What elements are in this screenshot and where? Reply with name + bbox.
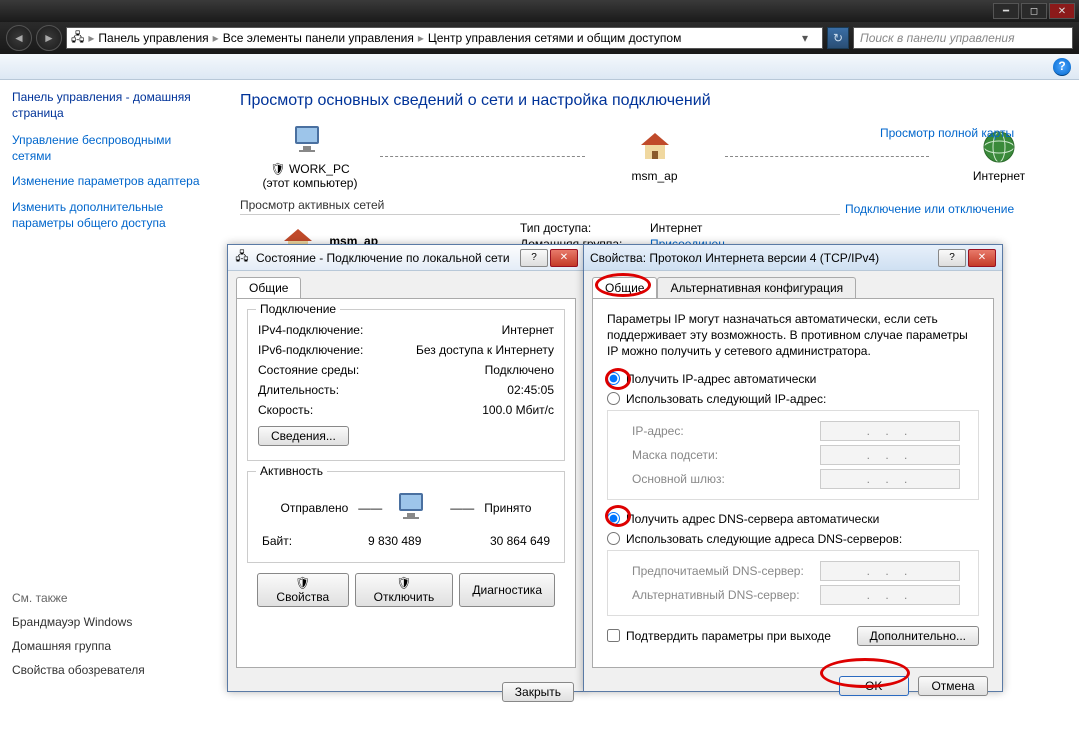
nav-back-button[interactable]: ◄ (6, 25, 32, 51)
seealso-firewall[interactable]: Брандмауэр Windows (12, 615, 208, 629)
ipv4-help-text: Параметры IP могут назначаться автоматич… (607, 311, 979, 360)
maximize-button[interactable]: ◻ (1021, 3, 1047, 19)
connect-disconnect-link[interactable]: Подключение или отключение (845, 202, 1014, 216)
minimize-button[interactable]: ━ (993, 3, 1019, 19)
tab-general[interactable]: Общие (592, 277, 657, 298)
tab-general[interactable]: Общие (236, 277, 301, 298)
bytes-label: Байт: (262, 534, 292, 548)
gateway-field: . . . (820, 469, 960, 489)
node-pc-sub: (этот компьютер) (250, 176, 370, 190)
dns-alternate-label: Альтернативный DNS-сервер: (632, 588, 812, 602)
sidebar-link-wireless[interactable]: Управление беспроводными сетями (12, 133, 208, 164)
bytes-sent-value: 9 830 489 (368, 534, 421, 548)
sidebar-home[interactable]: Панель управления - домашняя страница (12, 90, 208, 121)
dns-preferred-field: . . . (820, 561, 960, 581)
radio-ip-manual[interactable]: Использовать следующий IP-адрес: (607, 392, 979, 406)
details-button[interactable]: Сведения... (258, 426, 349, 446)
ip-address-field: . . . (820, 421, 960, 441)
shield-icon: 🛡 (270, 162, 285, 176)
toolstrip: ? (0, 54, 1079, 80)
close-button[interactable]: ✕ (1049, 3, 1075, 19)
search-placeholder: Поиск в панели управления (860, 31, 1015, 45)
dns-alternate-field: . . . (820, 585, 960, 605)
ipv4-properties-dialog: Свойства: Протокол Интернета версии 4 (T… (583, 244, 1003, 692)
ip-address-label: IP-адрес: (632, 424, 812, 438)
bytes-recv-value: 30 864 649 (490, 534, 550, 548)
node-pc-label: WORK_PC (289, 162, 350, 176)
breadcrumb-mid[interactable]: Все элементы панели управления (223, 31, 414, 45)
active-networks-title: Просмотр активных сетей (240, 198, 840, 215)
close-dialog-button[interactable]: Закрыть (502, 682, 574, 702)
seealso-homegroup[interactable]: Домашняя группа (12, 639, 208, 653)
speed-label: Скорость: (258, 403, 313, 417)
sidebar: Панель управления - домашняя страница Уп… (0, 80, 220, 739)
cancel-button[interactable]: Отмена (918, 676, 988, 696)
ipv4-help-button[interactable]: ? (938, 249, 966, 267)
radio-ip-auto[interactable]: Получить IP-адрес автоматически (607, 372, 979, 386)
group-activity-title: Активность (256, 464, 327, 478)
ok-button[interactable]: OK (839, 676, 909, 696)
house-icon (635, 129, 675, 165)
seealso-title: См. также (12, 591, 208, 605)
ipv4-conn-label: IPv4-подключение: (258, 323, 363, 337)
full-map-link[interactable]: Просмотр полной карты (880, 126, 1014, 140)
address-row: ◄ ► 🖧 ▸ Панель управления ▸ Все элементы… (0, 22, 1079, 54)
ipv4-dialog-title: Свойства: Протокол Интернета версии 4 (T… (590, 251, 936, 265)
access-type-label: Тип доступа: (520, 221, 650, 235)
sidebar-link-adapter[interactable]: Изменение параметров адаптера (12, 174, 208, 190)
advanced-button[interactable]: Дополнительно... (857, 626, 979, 646)
dialog-help-button[interactable]: ? (520, 249, 548, 267)
radio-dns-manual[interactable]: Использовать следующие адреса DNS-сервер… (607, 532, 979, 546)
received-label: Принято (484, 501, 531, 515)
dialog-close-button[interactable]: ✕ (550, 249, 578, 267)
diagnose-button[interactable]: Диагностика (459, 573, 555, 607)
properties-button[interactable]: 🛡 Свойства (257, 573, 349, 607)
seealso-browser[interactable]: Свойства обозревателя (12, 663, 208, 677)
duration-value: 02:45:05 (507, 383, 554, 397)
tab-alternate[interactable]: Альтернативная конфигурация (657, 277, 856, 298)
refresh-button[interactable]: ↻ (827, 27, 849, 49)
duration-label: Длительность: (258, 383, 339, 397)
nav-forward-button[interactable]: ► (36, 25, 62, 51)
network-icon: 🖧 (71, 28, 84, 49)
ipv6-conn-value: Без доступа к Интернету (416, 343, 554, 357)
ipv4-close-button[interactable]: ✕ (968, 249, 996, 267)
dns-preferred-label: Предпочитаемый DNS-сервер: (632, 564, 812, 578)
search-input[interactable]: Поиск в панели управления (853, 27, 1073, 49)
access-type-value: Интернет (650, 221, 780, 235)
disable-button[interactable]: 🛡 Отключить (355, 573, 454, 607)
subnet-mask-label: Маска подсети: (632, 448, 812, 462)
page-title: Просмотр основных сведений о сети и наст… (240, 92, 1059, 110)
radio-dns-auto[interactable]: Получить адрес DNS-сервера автоматически (607, 512, 979, 526)
media-state-value: Подключено (485, 363, 554, 377)
node-internet-label: Интернет (939, 169, 1059, 183)
breadcrumb[interactable]: 🖧 ▸ Панель управления ▸ Все элементы пан… (66, 27, 823, 49)
ipv4-conn-value: Интернет (502, 323, 554, 337)
connection-status-dialog: 🖧 Состояние - Подключение по локальной с… (227, 244, 585, 692)
subnet-mask-field: . . . (820, 445, 960, 465)
window-titlebar: ━ ◻ ✕ (0, 0, 1079, 22)
breadcrumb-root[interactable]: Панель управления (98, 31, 208, 45)
group-connection-title: Подключение (256, 302, 340, 316)
breadcrumb-leaf[interactable]: Центр управления сетями и общим доступом (428, 31, 682, 45)
sent-label: Отправлено (281, 501, 349, 515)
breadcrumb-dropdown-icon[interactable]: ▾ (802, 31, 818, 45)
activity-icon (392, 488, 440, 528)
sidebar-link-sharing[interactable]: Изменить дополнительные параметры общего… (12, 200, 208, 231)
gateway-label: Основной шлюз: (632, 472, 812, 486)
dialog-title: Состояние - Подключение по локальной сет… (256, 251, 518, 265)
media-state-label: Состояние среды: (258, 363, 359, 377)
validate-checkbox[interactable]: Подтвердить параметры при выходе (607, 629, 831, 643)
ipv6-conn-label: IPv6-подключение: (258, 343, 363, 357)
network-icon: 🖧 (234, 250, 250, 266)
help-icon[interactable]: ? (1053, 58, 1071, 76)
node-ap-label: msm_ap (595, 169, 715, 183)
speed-value: 100.0 Мбит/с (482, 403, 554, 417)
pc-icon (290, 122, 330, 158)
